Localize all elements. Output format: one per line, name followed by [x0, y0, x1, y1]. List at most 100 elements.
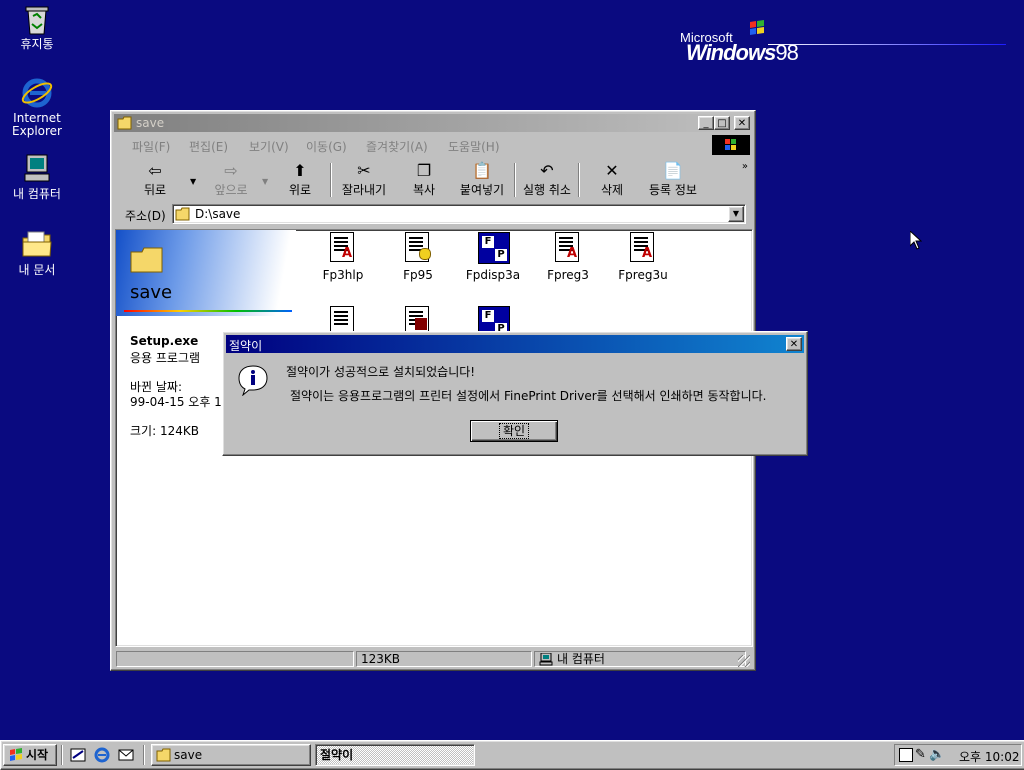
desktop-icon-recycle-bin[interactable]: 휴지통: [1, 2, 73, 51]
show-desktop-icon[interactable]: [69, 746, 87, 764]
dialog-titlebar[interactable]: 절약이 ✕: [226, 335, 804, 353]
up-button[interactable]: ⬆ 위로: [270, 161, 330, 199]
system-tray: ✎ 🔈 오후 10:02: [894, 744, 1022, 766]
address-dropdown-button[interactable]: ▼: [728, 206, 744, 222]
undo-button[interactable]: ↶ 실행 취소: [518, 161, 576, 199]
maximize-button[interactable]: □: [714, 116, 730, 130]
desktop-icon-label: 내 문서: [18, 263, 56, 277]
file-item[interactable]: Fp95: [381, 232, 455, 282]
help-doc-icon: A: [553, 232, 583, 264]
properties-icon: 📄: [663, 161, 683, 180]
ok-button[interactable]: 확인: [470, 420, 558, 442]
folder-icon: [175, 207, 190, 221]
dialog-message-secondary: 절약이는 응용프로그램의 프린터 설정에서 FinePrint Driver를 …: [290, 389, 767, 403]
panel-modified-value: 99-04-15 오후 10: [130, 395, 230, 409]
taskbar: 시작 save 절약이 ✎ 🔈 오후 10:02: [0, 740, 1024, 770]
file-item[interactable]: A Fpreg3: [531, 232, 605, 282]
my-computer-icon: [20, 152, 54, 186]
desktop-icon-my-documents[interactable]: 내 문서: [1, 228, 73, 277]
toolbar-more-chevron-icon[interactable]: »: [742, 161, 748, 172]
panel-folder-name: save: [130, 282, 173, 303]
copy-icon: ❐: [416, 161, 432, 180]
file-item[interactable]: A Fpreg3u: [606, 232, 680, 282]
menu-go[interactable]: 이동(G): [306, 138, 347, 155]
setup-doc-icon: [403, 232, 433, 264]
back-arrow-icon: ⇦: [148, 161, 162, 180]
cut-button[interactable]: ✂ 잘라내기: [336, 161, 392, 199]
volume-icon[interactable]: 🔈: [929, 747, 945, 762]
toolbar-separator: [514, 163, 516, 197]
mouse-cursor-icon: [910, 231, 922, 250]
logo-line: [768, 44, 1006, 45]
window-titlebar[interactable]: save _ □ ✕: [114, 114, 752, 132]
delete-button[interactable]: ✕ 삭제: [584, 161, 640, 199]
windows-throbber-icon: [712, 135, 750, 155]
forward-arrow-icon: ⇨: [224, 161, 238, 180]
toolbar-separator: [578, 163, 580, 197]
internet-explorer-icon[interactable]: [93, 746, 111, 764]
message-dialog: 절약이 ✕ 절약이가 성공적으로 설치되었습니다! 절약이는 응용프로그램의 프…: [222, 331, 808, 456]
folder-icon: [156, 748, 171, 762]
address-label: 주소(D): [125, 209, 166, 223]
help-doc-icon: A: [328, 232, 358, 264]
windows-flag-icon: [750, 20, 764, 35]
status-bar: 123KB 내 컴퓨터: [114, 649, 752, 667]
desktop-icon-internet-explorer[interactable]: Internet Explorer: [1, 76, 73, 138]
desktop-icon-my-computer[interactable]: 내 컴퓨터: [1, 152, 73, 201]
properties-button[interactable]: 📄 등록 정보: [642, 161, 704, 199]
scissors-icon: ✂: [357, 161, 371, 180]
folder-large-icon: [130, 246, 166, 274]
copy-button[interactable]: ❐ 복사: [396, 161, 452, 199]
taskbar-separator: [61, 745, 63, 765]
webview-rule: [124, 310, 292, 312]
info-icon: [237, 364, 269, 397]
status-pane-location: 내 컴퓨터: [534, 651, 746, 667]
up-folder-icon: ⬆: [293, 161, 307, 180]
file-item[interactable]: A Fp3hlp: [306, 232, 380, 282]
clock[interactable]: 오후 10:02: [959, 748, 1019, 765]
menu-help[interactable]: 도움말(H): [448, 138, 500, 155]
dialog-message-primary: 절약이가 성공적으로 설치되었습니다!: [286, 365, 476, 379]
menu-file[interactable]: 파일(F): [132, 138, 170, 155]
clipboard-icon: 📋: [472, 161, 492, 180]
forward-dropdown-icon[interactable]: ▼: [262, 177, 268, 186]
minimize-button[interactable]: _: [698, 116, 714, 130]
back-button[interactable]: ⇦ 뒤로: [122, 161, 188, 199]
dialog-close-button[interactable]: ✕: [786, 337, 802, 351]
address-bar: 주소(D) D:\save ▼: [114, 203, 752, 225]
desktop-icon-label: 내 컴퓨터: [13, 187, 61, 201]
pen-icon[interactable]: ✎: [915, 747, 926, 762]
delete-x-icon: ✕: [605, 161, 619, 180]
my-computer-icon: [539, 653, 553, 666]
outlook-express-icon[interactable]: [117, 746, 135, 764]
menu-edit[interactable]: 편집(E): [189, 138, 228, 155]
close-button[interactable]: ✕: [734, 116, 750, 130]
status-pane-size: 123KB: [356, 651, 532, 667]
task-button-save[interactable]: save: [151, 744, 311, 766]
forward-button[interactable]: ⇨ 앞으로: [198, 161, 264, 199]
window-title: save: [136, 116, 165, 130]
start-button[interactable]: 시작: [3, 744, 57, 766]
undo-icon: ↶: [540, 161, 554, 180]
menu-favorites[interactable]: 즐겨찾기(A): [366, 138, 428, 155]
taskbar-separator: [143, 745, 145, 765]
address-value: D:\save: [195, 207, 241, 221]
desktop-icon-label: 휴지통: [20, 37, 54, 51]
menu-view[interactable]: 보기(V): [249, 138, 289, 155]
help-doc-icon: A: [628, 232, 658, 264]
file-item[interactable]: FP Fpdisp3a: [456, 232, 530, 282]
panel-file-type: 응용 프로그램: [130, 351, 201, 365]
folder-icon: [20, 228, 54, 262]
resize-grip[interactable]: [738, 655, 750, 667]
back-dropdown-icon[interactable]: ▼: [190, 177, 196, 186]
toolbar-separator: [330, 163, 332, 197]
task-button-jeolyak[interactable]: 절약이: [315, 744, 475, 766]
panel-file-size: 크기: 124KB: [130, 424, 199, 438]
paste-button[interactable]: 📋 붙여넣기: [454, 161, 510, 199]
address-field[interactable]: D:\save ▼: [172, 204, 746, 224]
fp-app-icon: FP: [478, 232, 510, 264]
dialog-title: 절약이: [229, 339, 263, 353]
folder-icon: [117, 116, 132, 130]
menu-bar: 파일(F) 편집(E) 보기(V) 이동(G) 즐겨찾기(A) 도움말(H): [114, 134, 752, 156]
scheduler-icon[interactable]: [899, 748, 913, 762]
